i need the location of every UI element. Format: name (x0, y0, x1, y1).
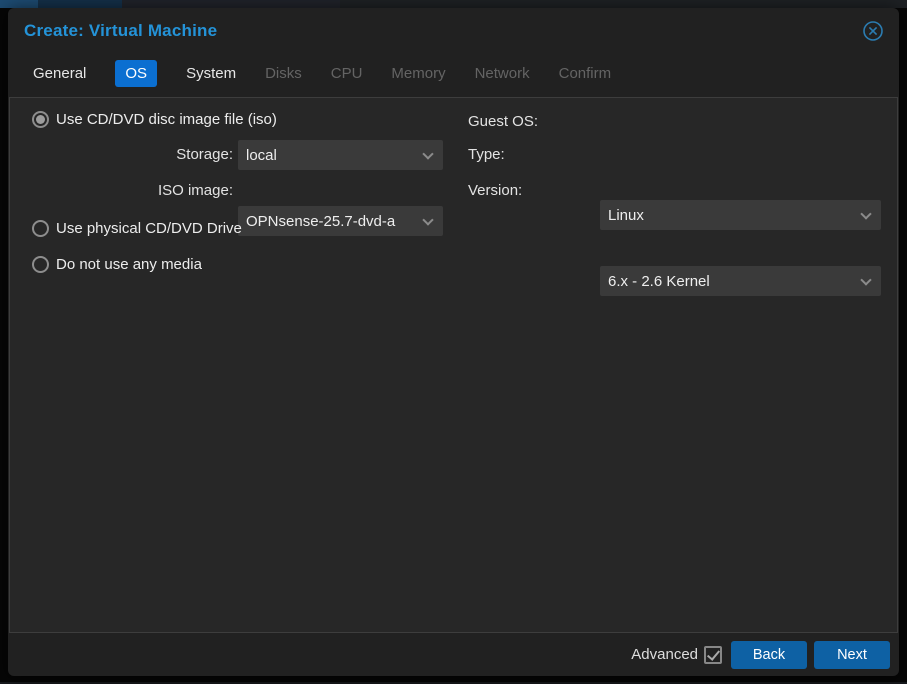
radio-use-iso[interactable]: Use CD/DVD disc image file (iso) (32, 111, 277, 128)
tab-cpu: CPU (330, 64, 363, 82)
radio-physical-drive[interactable]: Use physical CD/DVD Drive (32, 220, 242, 237)
dialog-footer: Advanced Back Next (8, 633, 899, 676)
os-version-value: 6.x - 2.6 Kernel (608, 272, 710, 290)
os-type-value: Linux (608, 206, 644, 224)
version-label: Version: (468, 182, 523, 199)
type-label: Type: (468, 146, 505, 163)
tab-memory: Memory (391, 64, 446, 82)
page-behind-header (0, 0, 907, 8)
iso-label-cell: ISO image: (10, 176, 233, 206)
storage-combobox[interactable]: local (238, 140, 443, 170)
radio-use-iso-label: Use CD/DVD disc image file (iso) (56, 111, 277, 128)
tab-system[interactable]: System (186, 65, 236, 82)
storage-value: local (246, 146, 277, 164)
os-type-combobox[interactable]: Linux (600, 200, 881, 230)
back-button[interactable]: Back (731, 640, 807, 669)
chevron-down-icon (422, 148, 434, 160)
chevron-down-icon (860, 208, 872, 220)
iso-image-label: ISO image: (157, 182, 233, 199)
tab-disks: Disks (265, 64, 302, 82)
storage-label: Storage: (176, 146, 233, 163)
radio-selected-icon (32, 111, 49, 128)
version-label-cell: Version: (468, 176, 522, 206)
create-vm-dialog: Create: Virtual Machine General OS Syste… (8, 8, 899, 676)
chevron-down-icon (422, 214, 434, 226)
dialog-title: Create: Virtual Machine (24, 21, 218, 40)
tab-bar: General OS System Disks CPU Memory Netwo… (8, 55, 899, 91)
storage-label-cell: Storage: (10, 140, 233, 170)
radio-unselected-icon (32, 220, 49, 237)
chevron-down-icon (860, 274, 872, 286)
advanced-label: Advanced (631, 646, 698, 663)
form-panel: Use CD/DVD disc image file (iso) Storage… (9, 97, 898, 633)
guest-os-heading: Guest OS: (468, 113, 539, 130)
iso-image-value: OPNsense-25.7-dvd-a (246, 212, 396, 230)
close-icon[interactable] (861, 19, 885, 43)
next-button[interactable]: Next (814, 640, 890, 669)
radio-physical-drive-label: Use physical CD/DVD Drive (56, 220, 242, 237)
radio-unselected-icon (32, 256, 49, 273)
iso-image-combobox[interactable]: OPNsense-25.7-dvd-a (238, 206, 443, 236)
radio-no-media[interactable]: Do not use any media (32, 256, 202, 273)
radio-no-media-label: Do not use any media (56, 256, 202, 273)
type-label-cell: Type: (468, 140, 505, 170)
tab-network: Network (474, 64, 530, 82)
tab-os[interactable]: OS (115, 59, 158, 87)
advanced-checkbox[interactable] (704, 645, 722, 664)
dialog-titlebar: Create: Virtual Machine (8, 8, 899, 50)
tab-general[interactable]: General (33, 65, 86, 82)
tab-confirm: Confirm (558, 64, 612, 82)
os-version-combobox[interactable]: 6.x - 2.6 Kernel (600, 266, 881, 296)
